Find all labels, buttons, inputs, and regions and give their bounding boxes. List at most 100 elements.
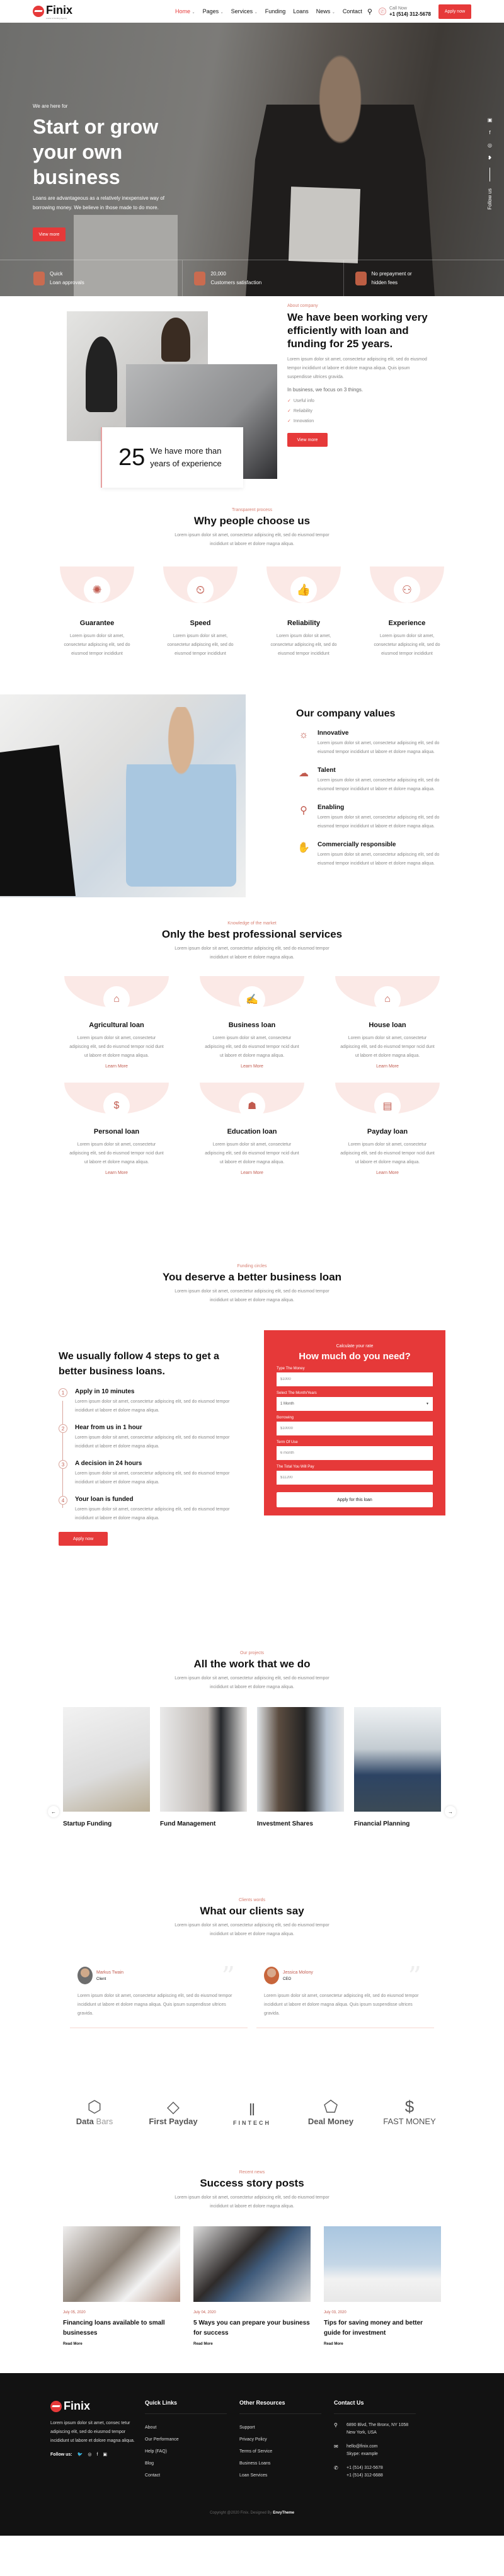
team-icon: ☁ [299, 768, 309, 779]
about-content: About company We have been working very … [287, 304, 431, 447]
nav-pages[interactable]: Pages ⌄ [203, 8, 224, 14]
check-icon: ✓ [287, 409, 291, 413]
learn-more-link[interactable]: Learn More [241, 1064, 263, 1069]
footer-link[interactable]: Business Loans [239, 2458, 334, 2470]
phone-link[interactable]: +1 (514) 312-6688 [346, 2472, 383, 2480]
nav-services[interactable]: Services ⌄ [231, 8, 258, 14]
project-card[interactable]: Startup Funding [63, 1707, 150, 1827]
apply-loan-button[interactable]: Apply for this loan [277, 1492, 433, 1507]
learn-more-link[interactable]: Learn More [241, 1171, 263, 1175]
nav-contact[interactable]: Contact [343, 8, 362, 14]
phone-icon: ✆ [334, 2465, 338, 2471]
news-card[interactable]: July 03, 2020 Tips for saving money and … [324, 2226, 441, 2346]
term-input[interactable] [277, 1446, 433, 1460]
quote-icon: ” [408, 1961, 421, 1992]
news-card[interactable]: July 04, 2020 5 Ways you can prepare you… [193, 2226, 311, 2346]
nav-home[interactable]: Home ⌄ [175, 8, 195, 14]
funding-title: You deserve a better business loan [162, 1271, 342, 1283]
why-title: Why people choose us [193, 515, 311, 527]
news-card[interactable]: July 05, 2020 Financing loans available … [63, 2226, 180, 2346]
footer-link[interactable]: Support [239, 2422, 334, 2434]
carousel-prev-button[interactable]: ← [48, 1806, 59, 1817]
footer-contact: Contact Us ⚲ 6890 Blvd, The Bronx, NY 10… [334, 2400, 447, 2486]
list-item: ✓ Reliability [287, 409, 312, 413]
steps: We usually follow 4 steps to get a bette… [59, 1330, 248, 1546]
footer-link[interactable]: Help (FAQ) [145, 2446, 239, 2458]
calc-title: How much do you need? [299, 1351, 411, 1362]
project-card[interactable]: Financial Planning [354, 1707, 441, 1827]
facebook-icon[interactable]: f [96, 2452, 98, 2457]
read-more-link[interactable]: Read More [324, 2342, 441, 2346]
footer-link[interactable]: About [145, 2422, 239, 2434]
apply-now-button[interactable]: Apply now [438, 4, 471, 19]
footer-link[interactable]: Privacy Policy [239, 2434, 334, 2446]
search-icon[interactable]: ⚲ [367, 8, 372, 16]
footer-link[interactable]: Our Performance [145, 2434, 239, 2446]
location-pin-icon: ⚲ [334, 2422, 338, 2428]
footer-link[interactable]: Terms of Service [239, 2446, 334, 2458]
why-card: ✺ Guarantee Lorem ipsum dolor sit amet, … [59, 566, 135, 658]
twitter-icon[interactable]: ❥ [488, 155, 492, 161]
hero: We are here for Start or grow your own b… [0, 23, 504, 296]
footer-link[interactable]: Blog [145, 2458, 239, 2470]
about-description: Lorem ipsum dolor sit amet, consectetur … [287, 357, 427, 379]
service-card: ▤ Payday loan Lorem ipsum dolor sit amet… [334, 1083, 441, 1175]
money-input[interactable] [277, 1372, 433, 1386]
borrowing-input[interactable] [277, 1422, 433, 1435]
market-stall-icon: ⌂ [103, 986, 130, 1013]
thumbs-up-icon: 👍 [290, 577, 317, 603]
total-input[interactable] [277, 1471, 433, 1485]
news-image [324, 2226, 441, 2302]
instagram-icon[interactable]: ◎ [488, 142, 492, 148]
logo-icon [33, 6, 44, 17]
facebook-icon[interactable]: f [489, 130, 490, 135]
nav-news[interactable]: News ⌄ [316, 8, 335, 14]
value-item: ✋ Commercially responsible Lorem ipsum do… [296, 841, 460, 868]
project-card[interactable]: Fund Management [160, 1707, 247, 1827]
phone-link[interactable]: +1 (514) 312-5678 [346, 2464, 383, 2472]
learn-more-link[interactable]: Learn More [105, 1171, 128, 1175]
learn-more-link[interactable]: Learn More [376, 1171, 399, 1175]
carousel-next-button[interactable]: → [445, 1806, 456, 1817]
logo[interactable]: Finix Loans & Funding Agency [33, 4, 72, 20]
email-link[interactable]: hello@finix.com [346, 2443, 378, 2451]
news-tag: Recent news [239, 2170, 265, 2175]
news-image [63, 2226, 180, 2302]
approval-icon [33, 271, 45, 285]
read-more-link[interactable]: Read More [193, 2342, 311, 2346]
cash-hand-icon: ▤ [374, 1093, 401, 1119]
chevron-down-icon: ⌄ [192, 11, 195, 14]
nav-funding[interactable]: Funding [265, 8, 286, 14]
brand-logo: $ FAST MONEY [378, 2097, 441, 2126]
learn-more-link[interactable]: Learn More [376, 1064, 399, 1069]
social-rail: ▣ f ◎ ❥ Follow us [487, 117, 493, 210]
avatar [264, 1967, 279, 1984]
linkedin-icon[interactable]: ▣ [103, 2452, 107, 2457]
designer-link[interactable]: EnvyTheme [273, 2511, 294, 2515]
read-more-link[interactable]: Read More [63, 2342, 180, 2346]
money-bag-hand-icon: $ [103, 1093, 130, 1119]
period-select[interactable]: 1 Month ▼ [277, 1397, 433, 1411]
footer-link[interactable]: Loan Services [239, 2470, 334, 2481]
services-tag: Knowledge of the market [227, 921, 277, 926]
why-card: 👍 Reliability Lorem ipsum dolor sit amet… [266, 566, 341, 658]
linkedin-icon[interactable]: ▣ [488, 117, 493, 123]
hero-view-more-button[interactable]: View more [33, 227, 66, 241]
steps-apply-button[interactable]: Apply now [59, 1532, 108, 1546]
badge-100-icon: ✺ [84, 577, 110, 603]
call-number[interactable]: +1 (514) 312-5678 [389, 11, 431, 17]
testimonial-card: ” Jessica Molony CEO Lorem ipsum dolor si… [256, 1959, 434, 2028]
box-icon: ⬠ [323, 2097, 338, 2116]
footer-quick-links: Quick Links About Our Performance Help (… [145, 2400, 239, 2486]
instagram-icon[interactable]: ◎ [88, 2452, 91, 2457]
call-label: Call Now [389, 6, 407, 11]
about-view-more-button[interactable]: View more [287, 433, 328, 447]
nav-loans[interactable]: Loans [293, 8, 309, 14]
footer-logo[interactable]: Finix [50, 2400, 145, 2413]
twitter-icon[interactable]: 🐦 [77, 2452, 83, 2457]
footer-link[interactable]: Contact [145, 2470, 239, 2481]
learn-more-link[interactable]: Learn More [105, 1064, 128, 1069]
call-now[interactable]: ✆ Call Now +1 (514) 312-5678 [378, 6, 431, 17]
testimonials-tag: Clients words [238, 1898, 265, 1902]
project-card[interactable]: Investment Shares [257, 1707, 344, 1827]
